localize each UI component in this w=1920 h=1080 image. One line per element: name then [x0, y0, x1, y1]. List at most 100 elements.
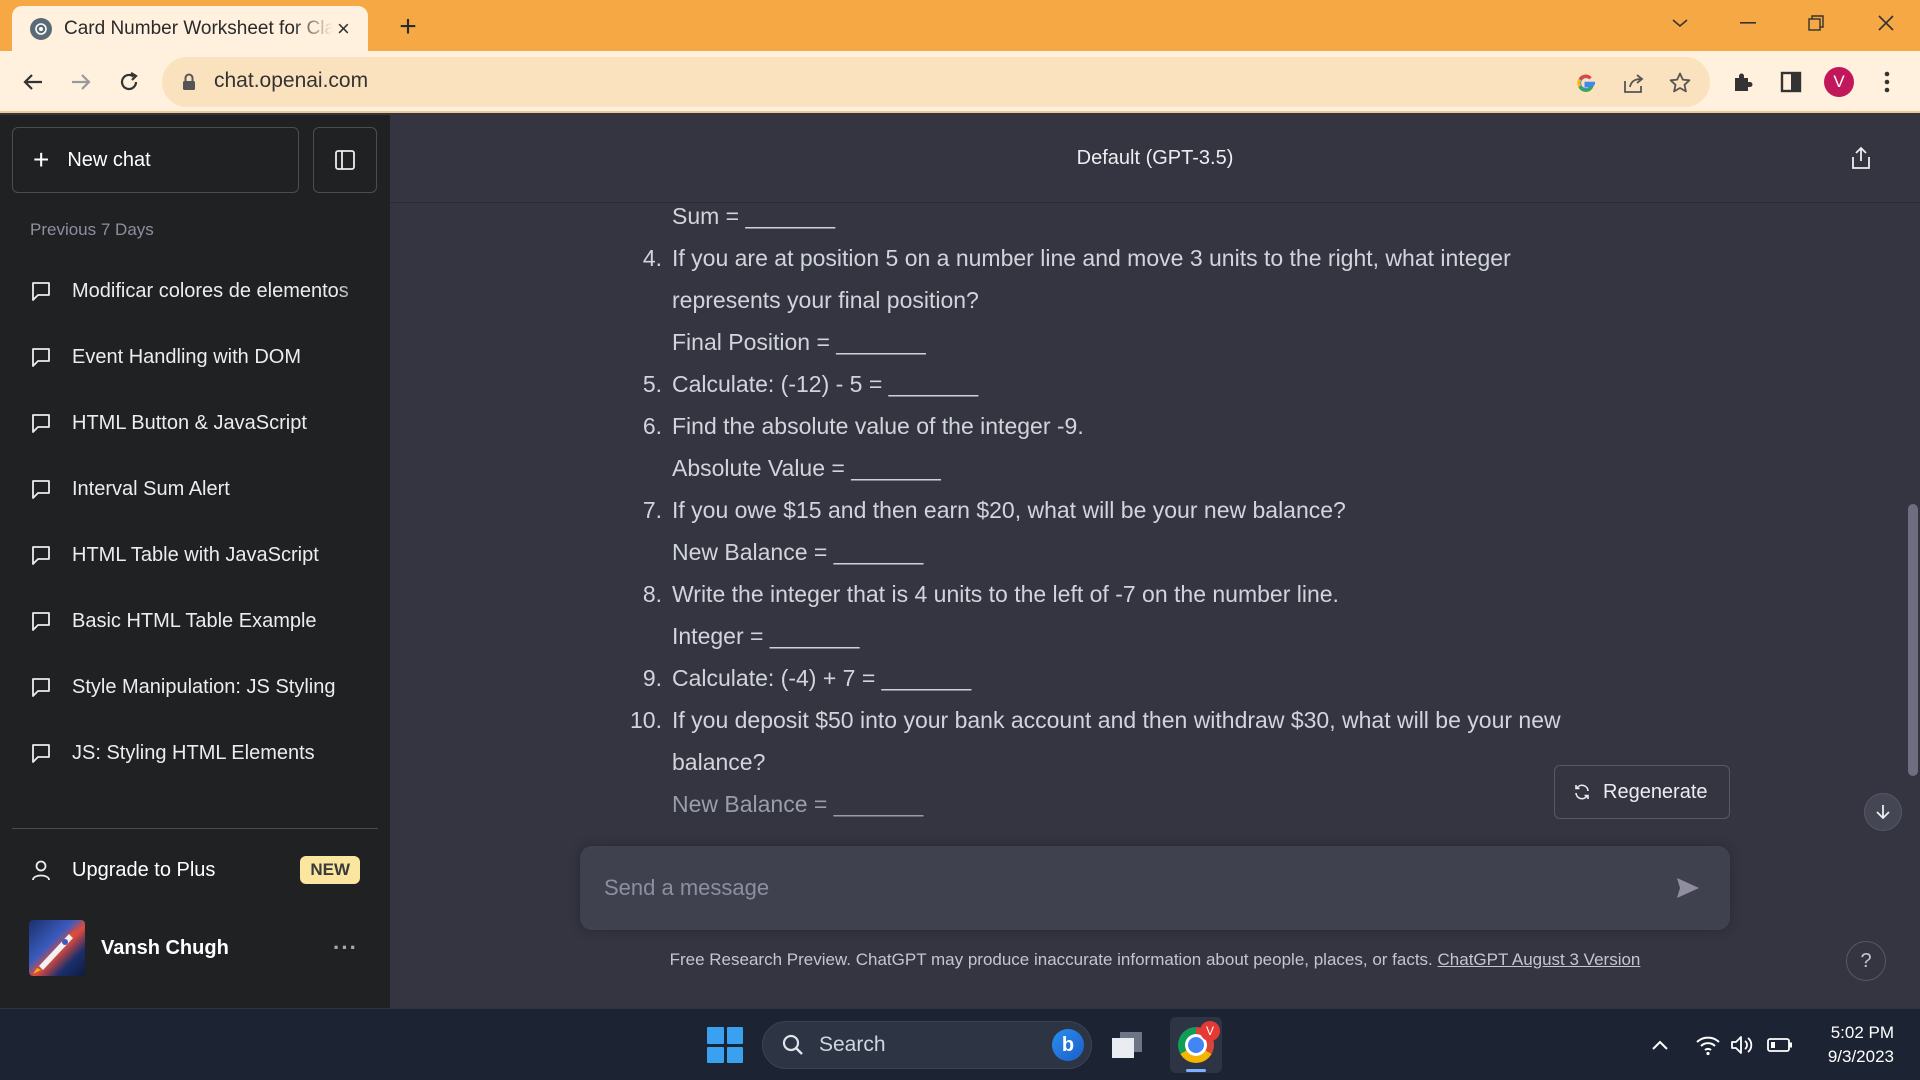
share-page-icon[interactable]: [1620, 69, 1648, 97]
message-line: Find the absolute value of the integer -…: [672, 413, 1084, 439]
message-line: If you owe $15 and then earn $20, what w…: [672, 497, 1346, 523]
chat-history-item[interactable]: HTML Button & JavaScript: [12, 390, 378, 456]
chat-bubble-icon: [32, 744, 50, 763]
browser-toolbar: chat.openai.com V: [0, 51, 1920, 113]
plus-icon: +: [33, 144, 50, 175]
list-number: 8.: [642, 581, 662, 607]
chat-history-label: HTML Table with JavaScript: [72, 543, 319, 566]
chat-main: Default (GPT-3.5) Sum = _______ 4. If yo…: [390, 115, 1920, 1008]
extensions-puzzle-icon[interactable]: [1728, 67, 1758, 97]
new-chat-button[interactable]: + New chat: [12, 127, 299, 193]
taskbar-clock[interactable]: 5:02 PM 9/3/2023: [1808, 1021, 1894, 1069]
message-line: New Balance = _______: [672, 539, 924, 565]
battery-icon[interactable]: [1766, 1031, 1794, 1059]
chat-history-item[interactable]: Style Manipulation: JS Styling: [12, 654, 378, 720]
assistant-message: Sum = _______ 4. If you are at position …: [390, 203, 1900, 938]
chat-bubble-icon: [32, 546, 50, 565]
send-icon: [1677, 878, 1699, 898]
more-options-icon[interactable]: ···: [333, 935, 358, 961]
browser-tab[interactable]: Card Number Worksheet for Class 7 ×: [12, 6, 368, 51]
user-icon: [32, 860, 50, 881]
chat-history-item[interactable]: HTML Table with JavaScript: [12, 522, 378, 588]
message-line: balance?: [672, 749, 766, 775]
chat-history-label: Interval Sum Alert: [72, 477, 230, 500]
message-line: If you deposit $50 into your bank accoun…: [672, 707, 1561, 733]
message-input[interactable]: [604, 866, 1644, 910]
chat-history-item[interactable]: Basic HTML Table Example: [12, 588, 378, 654]
chat-bubble-icon: [32, 414, 50, 433]
model-title: Default (GPT-3.5): [1076, 147, 1234, 169]
taskbar-search-label: Search: [819, 1033, 886, 1056]
taskbar-search[interactable]: Search: [762, 1021, 1092, 1069]
task-view-icon[interactable]: [1110, 1029, 1144, 1061]
sidebar: + New chat Previous 7 Days Modificar col…: [0, 115, 390, 1008]
chat-history-item[interactable]: Interval Sum Alert: [12, 456, 378, 522]
message-line: represents your final position?: [672, 287, 979, 313]
lock-icon: [182, 73, 196, 96]
back-arrow-icon[interactable]: [16, 65, 50, 99]
chat-history-label: HTML Button & JavaScript: [72, 411, 307, 434]
chat-bubble-icon: [32, 480, 50, 499]
sidebar-divider: [12, 828, 378, 829]
reload-icon[interactable]: [112, 65, 146, 99]
help-button[interactable]: ?: [1846, 941, 1886, 981]
refresh-icon: [1575, 784, 1589, 800]
sidebar-toggle-icon: [335, 150, 355, 170]
volume-icon[interactable]: [1728, 1031, 1756, 1059]
chrome-taskbar-button[interactable]: V: [1170, 1017, 1222, 1073]
send-button[interactable]: [1670, 870, 1706, 906]
message-composer: [580, 846, 1730, 930]
disclaimer-text: Free Research Preview. ChatGPT may produ…: [669, 950, 1433, 969]
chat-bubble-icon: [32, 612, 50, 631]
chat-history-item[interactable]: Event Handling with DOM: [12, 324, 378, 390]
bing-icon[interactable]: b: [1052, 1029, 1084, 1061]
chat-bubble-icon: [32, 348, 50, 367]
chat-history-label: Style Manipulation: JS Styling: [72, 675, 336, 698]
openai-favicon-icon: [30, 17, 52, 40]
avatar: [29, 920, 85, 976]
new-chat-label: New chat: [67, 148, 151, 171]
chat-scrollbar[interactable]: [1908, 504, 1918, 776]
section-label-previous-7-days: Previous 7 Days: [30, 220, 154, 239]
chat-header: Default (GPT-3.5): [390, 115, 1920, 203]
chevron-up-icon[interactable]: [1646, 1031, 1674, 1059]
profile-avatar[interactable]: V: [1824, 67, 1854, 97]
restore-icon[interactable]: [1796, 8, 1836, 38]
address-bar[interactable]: chat.openai.com: [162, 57, 1710, 107]
scroll-to-bottom-button[interactable]: [1864, 793, 1902, 831]
chat-history-item[interactable]: Modificar colores de elementos: [12, 258, 378, 324]
forward-arrow-icon[interactable]: [64, 65, 98, 99]
message-line: Sum = _______: [672, 203, 836, 229]
regenerate-label: Regenerate: [1603, 780, 1708, 803]
chat-bubble-icon: [32, 678, 50, 697]
chat-history-item[interactable]: JS: Styling HTML Elements: [12, 720, 378, 786]
side-panel-icon[interactable]: [1776, 67, 1806, 97]
chrome-profile-badge: V: [1200, 1021, 1220, 1041]
search-icon: [782, 1034, 803, 1055]
message-line: Write the integer that is 4 units to the…: [672, 581, 1339, 607]
share-chat-icon[interactable]: [1850, 145, 1872, 171]
minimize-icon[interactable]: [1728, 8, 1768, 38]
new-tab-button[interactable]: +: [392, 12, 424, 44]
wifi-icon[interactable]: [1694, 1031, 1722, 1059]
tab-search-chevron-icon[interactable]: [1660, 8, 1700, 38]
list-number: 7.: [642, 497, 662, 523]
windows-start-icon[interactable]: [707, 1027, 743, 1063]
user-account-button[interactable]: Vansh Chugh ···: [12, 915, 378, 981]
arrow-down-icon: [1876, 805, 1890, 820]
new-badge: NEW: [300, 856, 360, 884]
upgrade-to-plus-button[interactable]: Upgrade to Plus NEW: [12, 842, 378, 898]
tab-close-icon[interactable]: ×: [333, 16, 354, 42]
close-window-icon[interactable]: [1866, 8, 1906, 38]
browser-tab-strip: Card Number Worksheet for Class 7 × +: [0, 0, 1920, 51]
message-line: Absolute Value = _______: [672, 455, 941, 481]
bookmark-star-icon[interactable]: [1666, 69, 1694, 97]
chat-history-label: JS: Styling HTML Elements: [72, 741, 315, 764]
browser-menu-icon[interactable]: [1872, 67, 1902, 97]
version-link[interactable]: ChatGPT August 3 Version: [1438, 950, 1641, 969]
list-number: 6.: [642, 413, 662, 439]
google-icon[interactable]: [1572, 69, 1600, 97]
toggle-sidebar-button[interactable]: [313, 127, 377, 193]
list-number: 10.: [630, 707, 662, 733]
regenerate-button[interactable]: Regenerate: [1554, 765, 1730, 819]
